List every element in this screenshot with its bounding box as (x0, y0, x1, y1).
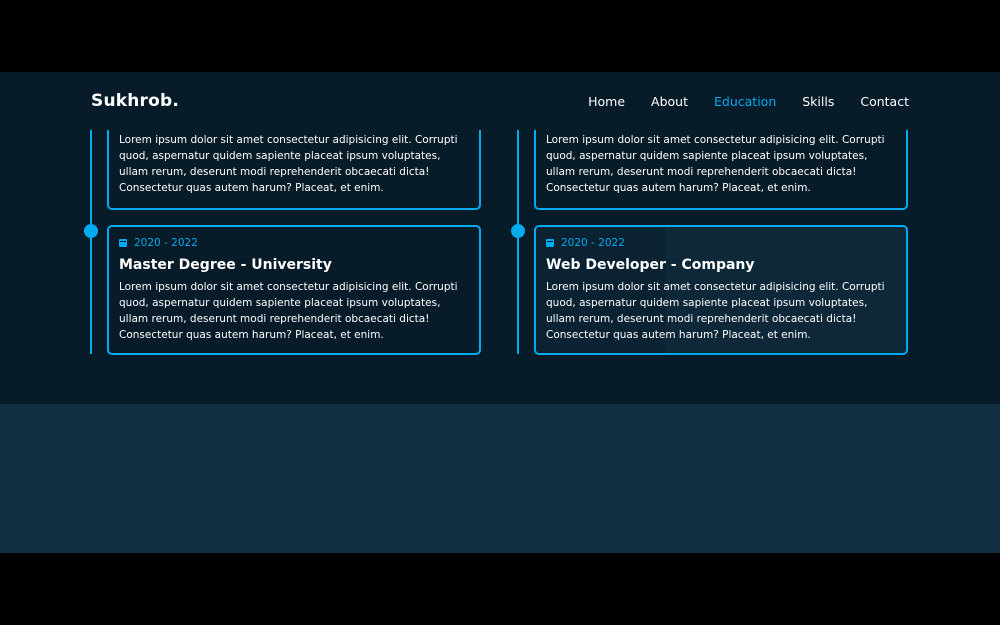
card-date-text: 2020 - 2022 (134, 237, 198, 249)
card-description: Lorem ipsum dolor sit amet consectetur a… (546, 134, 885, 194)
education-card-top-left: Lorem ipsum dolor sit amet consectetur a… (107, 122, 481, 210)
calendar-icon (119, 239, 127, 247)
card-description: Lorem ipsum dolor sit amet consectetur a… (119, 134, 458, 194)
education-card-master-degree: 2020 - 2022 Master Degree - University L… (107, 225, 481, 355)
timeline-line-left (90, 130, 92, 354)
timeline-dot-left (84, 224, 98, 238)
nav-item-home[interactable]: Home (588, 94, 625, 109)
card-date-text: 2020 - 2022 (561, 237, 625, 249)
nav-item-about[interactable]: About (651, 94, 688, 109)
card-title: Web Developer - Company (546, 257, 755, 273)
nav-item-contact[interactable]: Contact (860, 94, 909, 109)
nav-item-education[interactable]: Education (714, 94, 776, 109)
card-description: Lorem ipsum dolor sit amet consectetur a… (119, 281, 458, 341)
main-nav: Home About Education Skills Contact (588, 94, 909, 109)
site-logo[interactable]: Sukhrob. (91, 91, 179, 111)
calendar-icon (546, 239, 554, 247)
card-title: Master Degree - University (119, 257, 332, 273)
site-header: Sukhrob. Home About Education Skills Con… (0, 72, 1000, 130)
timeline-line-right (517, 130, 519, 354)
card-date: 2020 - 2022 (119, 237, 469, 249)
card-date: 2020 - 2022 (546, 237, 896, 249)
nav-item-skills[interactable]: Skills (802, 94, 834, 109)
browser-viewport: Lorem ipsum dolor sit amet consectetur a… (0, 72, 1000, 553)
skills-section (0, 404, 1000, 553)
timeline-dot-right (511, 224, 525, 238)
card-description: Lorem ipsum dolor sit amet consectetur a… (546, 281, 885, 341)
education-card-web-developer[interactable]: 2020 - 2022 Web Developer - Company Lore… (534, 225, 908, 355)
education-card-top-right: Lorem ipsum dolor sit amet consectetur a… (534, 122, 908, 210)
